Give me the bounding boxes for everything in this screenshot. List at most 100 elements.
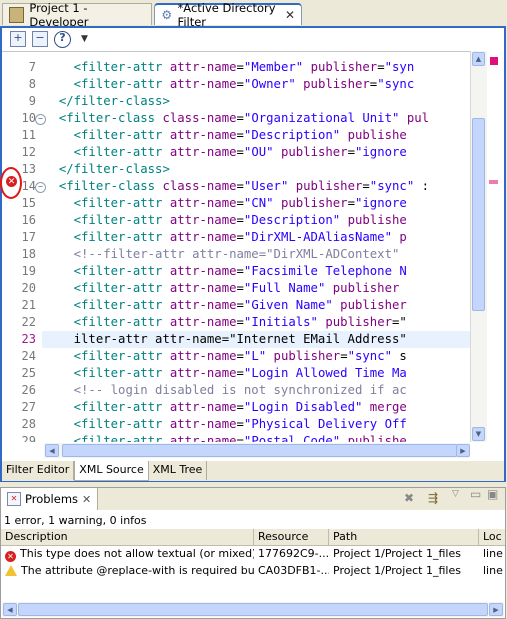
problems-scroll-thumb[interactable] [18,603,488,616]
code-text: <filter-attr attr-name="Full Name" publi… [73,281,400,295]
code-line[interactable]: 27 <filter-attr attr-name="Login Disable… [2,399,472,416]
code-line[interactable]: 12 <filter-attr attr-name="OU" publisher… [2,144,472,161]
description-text: This type does not allow textual (or mix… [20,547,254,560]
line-number: 7 [28,60,36,74]
column-description[interactable]: Description [1,529,254,546]
code-line[interactable]: 9 </filter-class> [2,93,472,110]
cell-path: Project 1/Project 1_files [333,564,461,577]
line-number: 24 [21,349,36,363]
code-text: ilter-attr attr-name="Internet EMail Add… [73,332,415,346]
code-line[interactable]: 17 <filter-attr attr-name="DirXML-ADAlia… [2,229,472,246]
cell-path: Project 1/Project 1_files [333,547,461,560]
scroll-left-icon[interactable]: ◀ [45,444,59,457]
code-line[interactable]: 13 </filter-class> [2,161,472,178]
error-marker-icon[interactable]: ✕ [5,175,18,188]
code-line[interactable]: 19 <filter-attr attr-name="Facsimile Tel… [2,263,472,280]
scroll-down-icon[interactable]: ▼ [472,427,485,441]
line-number: 18 [21,247,36,261]
column-path[interactable]: Path [329,529,479,546]
line-number: 8 [28,77,36,91]
problems-table-header: Description Resource Path Loc [1,529,505,546]
code-line[interactable]: 21 <filter-attr attr-name="Given Name" p… [2,297,472,314]
cell-description: ✕ This type does not allow textual (or mi… [1,546,254,562]
horizontal-scroll-thumb[interactable] [62,444,457,457]
code-text: <filter-attr attr-name="Login Allowed Ti… [73,366,407,380]
problems-icon: ✕ [7,492,21,506]
collapse-all-button[interactable]: − [32,31,48,47]
cell-location: line 2 [483,564,505,577]
editor-tab-strip: Project 1 - Developer ⚙ *Active Director… [0,0,507,29]
warning-icon [5,565,17,576]
warning-overview-marker[interactable] [489,180,498,184]
tab-problems[interactable]: ✕ Problems ✕ [1,488,99,510]
close-icon[interactable]: ✕ [82,493,91,506]
code-line[interactable]: 8 <filter-attr attr-name="Owner" publish… [2,76,472,93]
expand-all-button[interactable]: + [10,31,26,47]
problems-summary: 1 error, 1 warning, 0 infos [4,514,147,527]
code-text: <filter-attr attr-name="Login Disabled" … [73,400,407,414]
code-line[interactable]: 26 <!-- login disabled is not synchroniz… [2,382,472,399]
code-line[interactable]: 20 <filter-attr attr-name="Full Name" pu… [2,280,472,297]
code-text: <!-- login disabled is not synchronized … [73,383,407,397]
line-number: 17 [21,230,36,244]
filter-icon[interactable]: ⇶ [428,491,438,505]
code-text: <filter-attr attr-name="Given Name" publ… [73,298,407,312]
minimize-icon[interactable]: ▭ [470,487,481,501]
code-text: <filter-attr attr-name="Description" pub… [73,213,407,227]
code-line[interactable]: 11 <filter-attr attr-name="Description" … [2,127,472,144]
code-line[interactable]: 7 <filter-attr attr-name="Member" publis… [2,59,472,76]
code-line[interactable]: 25 <filter-attr attr-name="Login Allowed… [2,365,472,382]
code-line[interactable]: 28 <filter-attr attr-name="Physical Deli… [2,416,472,433]
column-resource[interactable]: Resource [254,529,329,546]
code-text: <filter-attr attr-name="Description" pub… [73,128,407,142]
code-text: <filter-attr attr-name="OU" publisher="i… [73,145,407,159]
view-menu-icon[interactable]: ▼ [81,34,88,44]
code-text: </filter-class> [58,94,170,108]
table-row[interactable]: ✕ This type does not allow textual (or mi… [1,546,505,562]
code-text: <filter-attr attr-name="Facsimile Teleph… [73,264,407,278]
code-text: <filter-attr attr-name="Physical Deliver… [73,417,407,431]
code-line[interactable]: 23 ilter-attr attr-name="Internet EMail … [2,331,472,348]
scroll-up-icon[interactable]: ▲ [472,52,485,66]
tab-xml-source[interactable]: XML Source [74,461,149,481]
line-number: 12 [21,145,36,159]
code-text: <filter-attr attr-name="Postal Code" pub… [73,434,407,442]
line-number: 25 [21,366,36,380]
xml-source-editor[interactable]: 7 <filter-attr attr-name="Member" publis… [2,51,485,442]
code-line[interactable]: 18 <!--filter-attr attr-name="DirXML-ADC… [2,246,472,263]
column-location[interactable]: Loc [479,529,505,546]
close-icon[interactable]: ✕ [285,8,295,22]
code-text: <filter-attr attr-name="DirXML-ADAliasNa… [73,230,407,244]
code-text: <filter-attr attr-name="Initials" publis… [73,315,407,329]
code-line[interactable]: 16 <filter-attr attr-name="Description" … [2,212,472,229]
scroll-right-icon[interactable]: ▶ [456,444,470,457]
help-button[interactable]: ? [54,30,71,48]
code-text: <filter-attr attr-name="CN" publisher="i… [73,196,407,210]
code-line[interactable]: 15 <filter-attr attr-name="CN" publisher… [2,195,472,212]
code-line[interactable]: 29 <filter-attr attr-name="Postal Code" … [2,433,472,442]
cell-location: line 1 [483,547,505,560]
line-number: 21 [21,298,36,312]
tab-project-developer[interactable]: Project 1 - Developer [2,1,152,29]
line-number: 26 [21,383,36,397]
table-row[interactable]: The attribute @replace-with is required … [1,563,505,579]
vertical-scroll-thumb[interactable] [472,118,485,311]
delete-icon[interactable]: ✖ [404,491,414,505]
error-overview-marker[interactable] [490,57,498,65]
line-number: 22 [21,315,36,329]
scroll-right-icon[interactable]: ▶ [489,603,503,616]
line-number: 9 [28,94,36,108]
tab-xml-tree[interactable]: XML Tree [149,461,208,480]
cell-resource: 177692C9-... [258,547,329,560]
line-number: 11 [21,128,36,142]
view-menu-icon[interactable]: ▽ [452,489,459,499]
scroll-left-icon[interactable]: ◀ [3,603,17,616]
maximize-icon[interactable]: ▣ [487,487,498,501]
code-line[interactable]: 14− <filter-class class-name="User" publ… [2,178,472,195]
code-line[interactable]: 22 <filter-attr attr-name="Initials" pub… [2,314,472,331]
code-text: <filter-attr attr-name="Owner" publisher… [73,77,415,91]
tab-active-directory-filter[interactable]: ⚙ *Active Directory Filter ✕ [154,1,302,29]
code-line[interactable]: 10− <filter-class class-name="Organizati… [2,110,472,127]
code-line[interactable]: 24 <filter-attr attr-name="L" publisher=… [2,348,472,365]
tab-filter-editor[interactable]: Filter Editor [2,461,75,480]
